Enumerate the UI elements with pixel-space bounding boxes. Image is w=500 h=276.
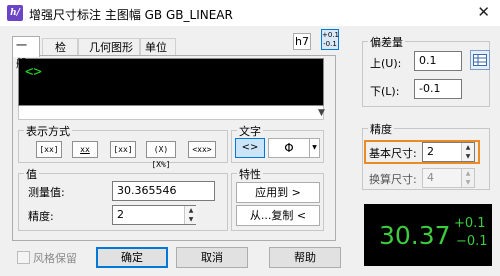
measured-value-field[interactable]: 30.365546 — [112, 181, 215, 201]
base-size-label: 基本尺寸: — [369, 147, 417, 160]
result-main-value: 30.37 — [379, 221, 451, 250]
table-icon[interactable] — [470, 50, 490, 70]
format-bracket-button[interactable]: [xx] — [36, 141, 62, 158]
insert-measured-button[interactable]: <> — [235, 138, 265, 158]
lower-deviation-field[interactable]: -0.1 — [414, 79, 462, 99]
base-size-stepper[interactable]: ▲ ▼ — [461, 143, 474, 161]
tolerance-toggle-button[interactable]: +0.1 -0.1 — [321, 29, 339, 50]
value-group-label: 值 — [24, 166, 39, 182]
tab-geometry[interactable]: 几何图形 — [78, 38, 140, 56]
help-button[interactable]: 帮助 — [269, 247, 341, 268]
chevron-down-icon[interactable]: ▼ — [318, 108, 325, 118]
format-box-button[interactable]: [xx] — [110, 141, 136, 158]
ok-button[interactable]: 确定 — [96, 247, 168, 268]
cancel-button[interactable]: 取消 — [176, 247, 248, 268]
title-bar: h/ 增强尺寸标注 主图幅 GB GB_LINEAR ✕ — [0, 0, 500, 26]
format-underline-button[interactable]: xx — [72, 141, 98, 158]
result-preview: 30.37 +0.1 −0.1 — [364, 204, 492, 266]
result-lower-tolerance: −0.1 — [456, 234, 488, 249]
format-percent-button[interactable]: (X)[X%] — [146, 141, 176, 169]
style-keep-label: 风格保留 — [33, 252, 77, 265]
tab-units[interactable]: 单位 — [140, 38, 176, 56]
precision-label: 精度: — [28, 210, 54, 223]
close-icon[interactable]: ✕ — [477, 3, 490, 21]
lower-deviation-label: 下(L): — [370, 85, 400, 98]
text-group-label: 文字 — [237, 123, 263, 139]
diameter-symbol-button[interactable]: Φ — [268, 138, 310, 158]
copy-from-button[interactable]: 从...复制 < — [236, 205, 320, 226]
dimension-text-preview[interactable]: <> — [18, 58, 324, 106]
upper-deviation-field[interactable]: 0.1 — [414, 51, 462, 71]
format-angle-button[interactable]: <xx> — [188, 141, 216, 158]
result-upper-tolerance: +0.1 — [454, 216, 486, 231]
display-mode-label: 表示方式 — [24, 123, 72, 139]
tolerance-bottom-label: -0.1 — [323, 40, 337, 48]
tolerance-top-label: +0.1 — [322, 31, 339, 39]
precision-group-label: 精度 — [368, 121, 394, 137]
tab-check[interactable]: 检验 — [42, 38, 78, 72]
h7-button[interactable]: h7 — [293, 33, 311, 50]
alt-size-stepper[interactable]: ▲ ▼ — [461, 169, 474, 187]
window-title: 增强尺寸标注 主图幅 GB GB_LINEAR — [29, 8, 233, 22]
measured-value-label: 测量值: — [28, 186, 65, 199]
preview-expander[interactable] — [18, 106, 324, 120]
apply-to-button[interactable]: 应用到 > — [236, 182, 320, 203]
upper-deviation-label: 上(U): — [370, 57, 402, 70]
symbol-dropdown-arrow-icon[interactable]: ▼ — [309, 138, 320, 158]
precision-stepper[interactable]: ▲ ▼ — [184, 206, 197, 224]
preview-placeholder-text: <> — [25, 64, 42, 80]
deviation-group-label: 偏差量 — [368, 34, 405, 50]
alt-size-label: 换算尺寸: — [369, 173, 417, 186]
app-icon: h/ — [7, 5, 23, 21]
properties-group-label: 特性 — [237, 166, 263, 182]
tab-general[interactable]: 一般 — [12, 36, 40, 70]
style-keep-checkbox[interactable] — [17, 251, 30, 264]
